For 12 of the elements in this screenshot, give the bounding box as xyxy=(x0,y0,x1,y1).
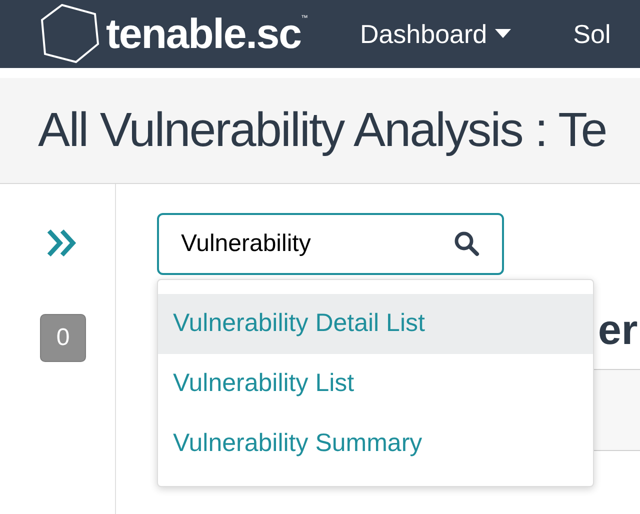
suggestion-item[interactable]: Vulnerability Summary xyxy=(158,414,593,474)
nav-menu-item[interactable]: Sol xyxy=(573,14,611,54)
search-icon xyxy=(454,231,480,257)
count-badge: 0 xyxy=(40,314,86,362)
page-title: All Vulnerability Analysis : Te xyxy=(38,102,606,158)
hexagon-logo-icon xyxy=(40,4,100,64)
expand-chevrons-icon[interactable] xyxy=(46,228,78,258)
nav-menu-item[interactable]: Dashboard xyxy=(360,14,512,54)
section-heading: er xyxy=(598,309,638,351)
suggestion-item[interactable]: Vulnerability List xyxy=(158,354,593,414)
logo-text: tenable.sc xyxy=(106,13,301,55)
search-field[interactable]: Vulnerability xyxy=(157,213,504,275)
